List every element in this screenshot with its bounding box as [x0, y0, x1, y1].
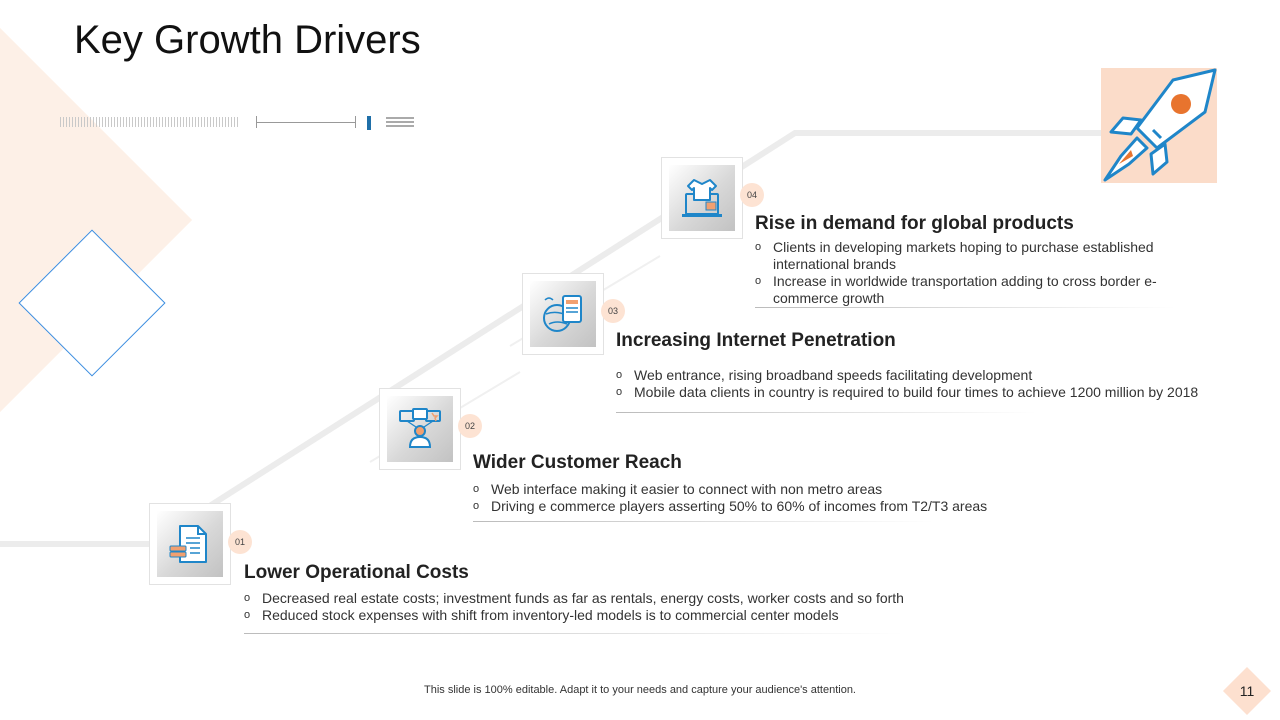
driver-04-icon-frame: [661, 157, 743, 239]
driver-04-bullets: Clients in developing markets hoping to …: [755, 239, 1175, 307]
driver-01-bullet: Reduced stock expenses with shift from i…: [244, 607, 944, 624]
driver-03-number: 03: [601, 299, 625, 323]
driver-02-number: 02: [458, 414, 482, 438]
driver-02-bullet: Driving e commerce players asserting 50%…: [473, 498, 1073, 515]
driver-04-bullet: Increase in worldwide transportation add…: [755, 273, 1175, 307]
footer-note: This slide is 100% editable. Adapt it to…: [424, 684, 856, 696]
document-money-icon: [169, 525, 207, 563]
decorative-blue-bar: [367, 116, 371, 130]
online-shopping-icon: [682, 179, 722, 217]
decorative-ticks: [60, 117, 238, 127]
driver-01-icon-frame: [149, 503, 231, 585]
page-number: 11: [1239, 683, 1255, 699]
driver-02-icon-frame: [379, 388, 461, 470]
driver-03-bullet: Mobile data clients in country is requir…: [616, 384, 1226, 401]
driver-02-bullets: Web interface making it easier to connec…: [473, 481, 1073, 515]
driver-01-bullet: Decreased real estate costs; investment …: [244, 590, 944, 607]
driver-01-heading: Lower Operational Costs: [244, 562, 469, 583]
decorative-lines: [386, 117, 414, 127]
driver-04-separator: [755, 307, 1175, 308]
driver-03-bullets: Web entrance, rising broadband speeds fa…: [616, 367, 1226, 401]
driver-02-heading: Wider Customer Reach: [473, 452, 682, 473]
decorative-bracket: [256, 116, 356, 128]
slide-title: Key Growth Drivers: [74, 18, 421, 62]
driver-01-number: 01: [228, 530, 252, 554]
driver-03-separator: [616, 412, 1036, 413]
rocket-icon: [1103, 68, 1217, 182]
driver-04-heading: Rise in demand for global products: [755, 213, 1074, 234]
driver-04-number: 04: [740, 183, 764, 207]
driver-03-heading: Increasing Internet Penetration: [616, 330, 896, 351]
driver-02-bullet: Web interface making it easier to connec…: [473, 481, 1073, 498]
driver-03-icon-frame: [522, 273, 604, 355]
driver-01-bullets: Decreased real estate costs; investment …: [244, 590, 944, 624]
rocket-icon-box: [1101, 68, 1217, 183]
driver-02-separator: [473, 521, 933, 522]
driver-03-bullet: Web entrance, rising broadband speeds fa…: [616, 367, 1226, 384]
globe-device-icon: [543, 295, 582, 332]
driver-04-bullet: Clients in developing markets hoping to …: [755, 239, 1175, 273]
driver-01-separator: [244, 633, 904, 634]
customer-network-icon: [399, 408, 441, 448]
